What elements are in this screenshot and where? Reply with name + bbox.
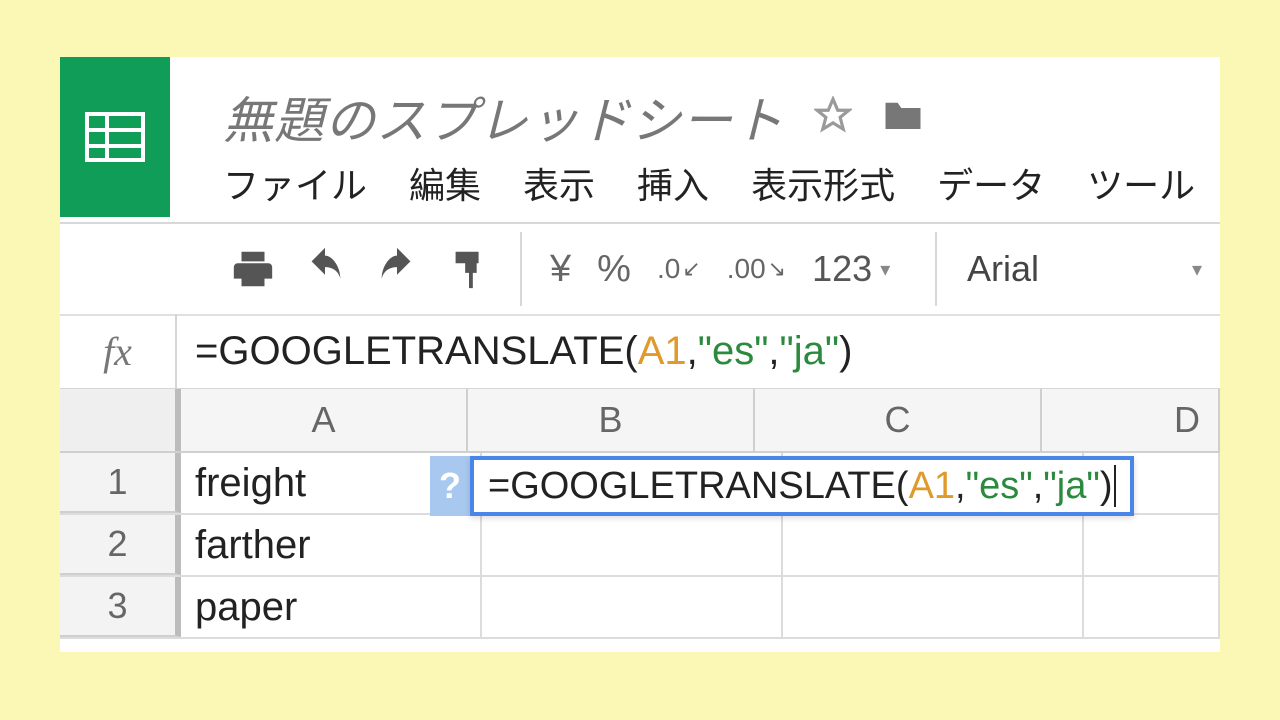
redo-icon[interactable] <box>374 246 420 292</box>
increase-decimals-button[interactable]: .00↘ <box>727 253 786 285</box>
print-icon[interactable] <box>230 246 276 292</box>
menu-bar: ファイル 編集 表示 挿入 表示形式 データ ツール <box>223 157 1195 209</box>
menu-view[interactable]: 表示 <box>523 157 595 209</box>
undo-icon[interactable] <box>302 246 348 292</box>
menu-edit[interactable]: 編集 <box>409 157 481 209</box>
menu-format[interactable]: 表示形式 <box>751 157 895 209</box>
number-format-dropdown[interactable]: 123▾ <box>812 248 890 290</box>
menu-tools[interactable]: ツール <box>1087 157 1195 209</box>
row-header-3[interactable]: 3 <box>60 577 181 637</box>
grid-row: 2 farther <box>60 515 1220 577</box>
cell-A2[interactable]: farther <box>181 515 482 575</box>
percent-button[interactable]: % <box>597 248 631 291</box>
cell-D3[interactable] <box>1084 577 1220 637</box>
select-all-corner[interactable] <box>60 389 181 451</box>
column-header-A[interactable]: A <box>181 389 468 451</box>
font-family-dropdown[interactable]: Arial▾ <box>967 224 1202 314</box>
formula-bar: fx =GOOGLETRANSLATE(A1,"es","ja") <box>60 314 1220 390</box>
row-header-2[interactable]: 2 <box>60 515 181 575</box>
formula-help-icon[interactable]: ? <box>430 456 470 516</box>
doc-title[interactable]: 無題のスプレッドシート <box>223 81 784 153</box>
column-header-B[interactable]: B <box>468 389 755 451</box>
folder-icon[interactable] <box>882 97 924 138</box>
toolbar: ¥ % .0↙ .00↘ 123▾ Arial▾ <box>60 222 1220 316</box>
formula-input[interactable]: =GOOGLETRANSLATE(A1,"es","ja") <box>177 329 852 374</box>
grid-row: 3 paper <box>60 577 1220 639</box>
cell-C3[interactable] <box>783 577 1084 637</box>
menu-file[interactable]: ファイル <box>223 157 367 209</box>
column-header-row: A B C D <box>60 389 1220 453</box>
cell-B2[interactable] <box>482 515 783 575</box>
column-header-C[interactable]: C <box>755 389 1042 451</box>
menu-insert[interactable]: 挿入 <box>637 157 709 209</box>
text-cursor <box>1114 465 1116 507</box>
row-header-1[interactable]: 1 <box>60 453 181 513</box>
cell-D2[interactable] <box>1084 515 1220 575</box>
cell-A3[interactable]: paper <box>181 577 482 637</box>
sheets-logo <box>60 57 170 217</box>
cell-editor[interactable]: ? =GOOGLETRANSLATE(A1,"es","ja") <box>430 456 1134 516</box>
toolbar-separator <box>935 232 937 306</box>
star-icon[interactable] <box>814 96 852 139</box>
fx-label: fx <box>60 314 177 388</box>
app-window: 無題のスプレッドシート ファイル 編集 表示 挿入 表示形式 データ ツール <box>60 57 1220 652</box>
column-header-D[interactable]: D <box>1042 389 1220 451</box>
menu-data[interactable]: データ <box>937 157 1045 209</box>
toolbar-separator <box>520 232 522 306</box>
cell-B3[interactable] <box>482 577 783 637</box>
cell-C2[interactable] <box>783 515 1084 575</box>
cell-editor-input[interactable]: =GOOGLETRANSLATE(A1,"es","ja") <box>470 456 1134 516</box>
decrease-decimals-button[interactable]: .0↙ <box>657 253 701 285</box>
currency-button[interactable]: ¥ <box>550 248 571 291</box>
paint-format-icon[interactable] <box>446 246 492 292</box>
